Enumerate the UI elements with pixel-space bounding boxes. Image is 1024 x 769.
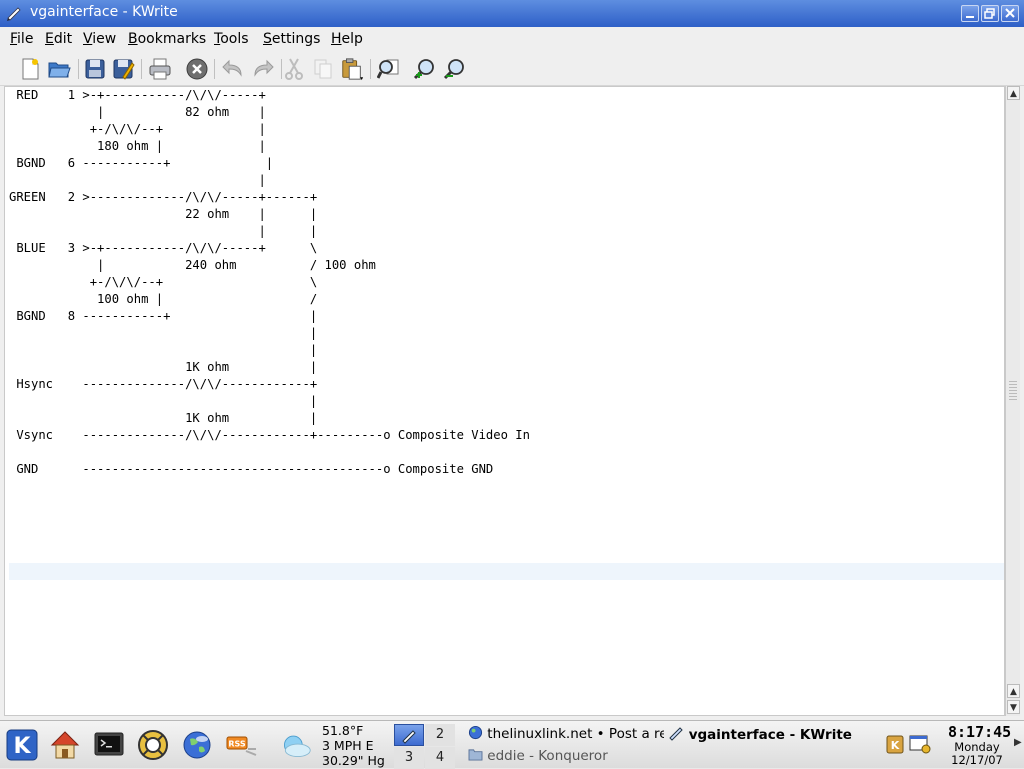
menu-bookmarks[interactable]: Bookmarks (128, 31, 206, 47)
toolbar-separator (141, 59, 142, 79)
weather-cloud-icon[interactable] (280, 729, 312, 761)
kde-menu-icon[interactable]: K (6, 729, 38, 761)
toolbar-separator (370, 59, 371, 79)
scrollbar-grip[interactable] (1009, 381, 1017, 401)
scroll-up-arrow-icon[interactable]: ▲ (1007, 684, 1020, 698)
menu-view[interactable]: View (83, 31, 116, 47)
toolbar-separator (214, 59, 215, 79)
konqueror-globe-icon (468, 725, 483, 740)
window-title: vgainterface - KWrite (30, 4, 178, 20)
zoom-in-icon[interactable] (413, 57, 437, 81)
undo-icon[interactable] (221, 57, 245, 81)
task-label: eddie - Konqueror (487, 748, 608, 764)
scroll-down-arrow-icon[interactable]: ▼ (1007, 700, 1020, 714)
desktop-1[interactable] (394, 724, 424, 746)
clock-date: 12/17/07 (951, 753, 1003, 767)
text-editor[interactable]: RED 1 >-+-----------/\/\/-----+ | 82 ohm… (4, 86, 1005, 716)
weather-readout[interactable]: 51.8°F 3 MPH E 30.29" Hg (322, 723, 385, 768)
menu-tools[interactable]: Tools (214, 31, 249, 47)
kmail-lifebuoy-icon[interactable] (137, 729, 169, 761)
copy-icon[interactable] (311, 57, 335, 81)
kwrite-window: vgainterface - KWrite File Edit View Boo… (0, 0, 1024, 720)
maximize-button[interactable] (981, 5, 999, 22)
zoom-out-icon[interactable] (443, 57, 467, 81)
folder-icon (468, 749, 483, 761)
kwrite-app-icon[interactable] (6, 5, 22, 21)
cut-icon[interactable] (282, 57, 306, 81)
paste-icon[interactable] (340, 57, 364, 81)
menu-edit[interactable]: Edit (45, 31, 72, 47)
desktop-pager: 2 3 4 (394, 723, 456, 769)
klipper-icon[interactable]: K (885, 734, 905, 754)
clock[interactable]: 8:17:45 Monday 12/17/07 (948, 723, 1012, 767)
close-icon (1005, 8, 1015, 18)
task-label: vgainterface - KWrite (688, 727, 852, 743)
panel-hide-arrow-icon[interactable]: ▶ (1014, 737, 1022, 748)
konqueror-globe-icon[interactable] (181, 729, 213, 761)
current-line-highlight (9, 563, 1004, 580)
open-folder-icon[interactable] (47, 57, 71, 81)
save-icon[interactable] (83, 57, 107, 81)
rss-feed-icon[interactable]: RSS (226, 729, 258, 761)
close-button[interactable] (1001, 5, 1019, 22)
main-toolbar (0, 51, 1024, 86)
terminal-icon[interactable] (93, 729, 125, 761)
new-document-icon[interactable] (18, 57, 42, 81)
task-thelinuxlink[interactable]: thelinuxlink.net • Post a rep (468, 725, 664, 742)
svg-text:K: K (13, 734, 31, 759)
minimize-icon (966, 16, 974, 18)
task-label: thelinuxlink.net • Post a rep (487, 726, 664, 742)
weather-pressure: 30.29" Hg (322, 753, 385, 768)
title-bar[interactable]: vgainterface - KWrite (0, 0, 1024, 27)
svg-text:RSS: RSS (228, 740, 246, 749)
kwrite-icon (669, 727, 683, 741)
menu-help[interactable]: Help (331, 31, 363, 47)
find-icon[interactable] (377, 57, 401, 81)
screen-settings-tray-icon[interactable] (909, 733, 931, 755)
weather-temperature: 51.8°F (322, 723, 364, 738)
vertical-scrollbar[interactable]: ▲ ▲ ▼ (1005, 86, 1020, 716)
minimize-button[interactable] (961, 5, 979, 22)
desktop-2[interactable]: 2 (425, 724, 455, 746)
desktop-3[interactable]: 3 (394, 747, 424, 769)
weather-wind: 3 MPH E (322, 738, 374, 753)
close-document-icon[interactable] (185, 57, 209, 81)
scroll-up-arrow-icon[interactable]: ▲ (1007, 86, 1020, 100)
desktop-4[interactable]: 4 (425, 747, 455, 769)
task-konqueror-eddie[interactable]: eddie - Konqueror (468, 748, 668, 764)
kwrite-window-thumbnail-icon (402, 730, 416, 744)
document-text[interactable]: RED 1 >-+-----------/\/\/-----+ | 82 ohm… (9, 87, 530, 478)
restore-icon (984, 8, 995, 19)
menu-settings[interactable]: Settings (263, 31, 320, 47)
menu-bar: File Edit View Bookmarks Tools Settings … (0, 27, 1024, 51)
kde-taskbar: K RSS 51.8°F 3 MPH E 30.29" Hg 2 3 4 the… (0, 720, 1024, 769)
clock-time: 8:17:45 (948, 723, 1012, 741)
print-icon[interactable] (148, 57, 172, 81)
toolbar-separator (78, 59, 79, 79)
save-as-icon[interactable] (111, 57, 135, 81)
redo-icon[interactable] (251, 57, 275, 81)
home-icon[interactable] (49, 729, 81, 761)
task-kwrite-active[interactable]: vgainterface - KWrite (668, 725, 868, 743)
menu-file[interactable]: File (10, 31, 33, 47)
svg-text:K: K (891, 739, 900, 752)
